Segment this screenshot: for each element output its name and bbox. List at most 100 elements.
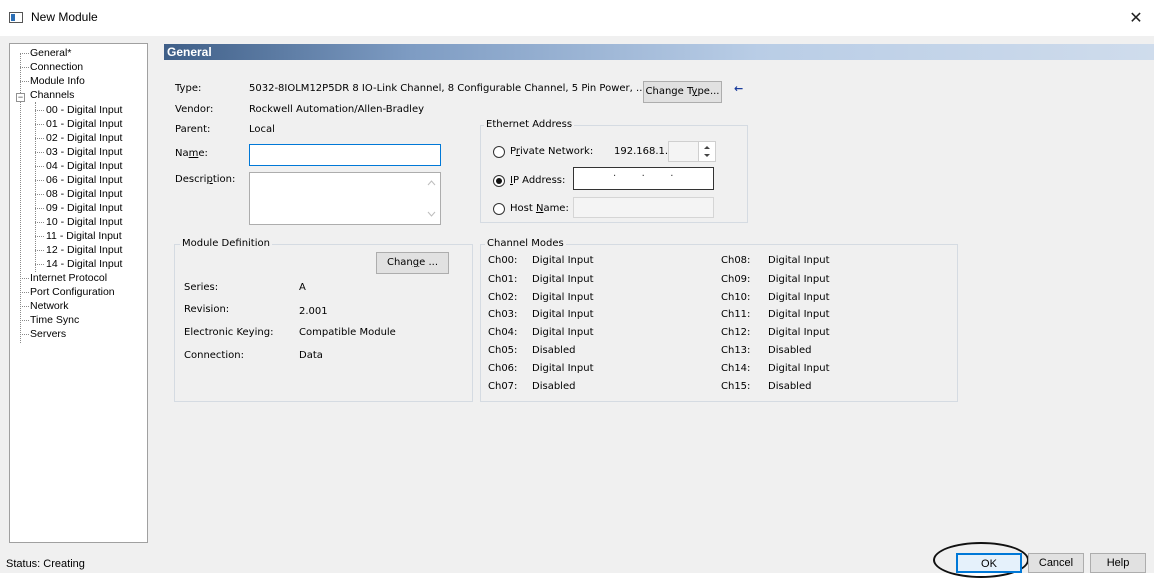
help-button[interactable]: Help (1090, 553, 1146, 573)
channel-mode: Digital Input (768, 363, 830, 374)
channel-modes-title: Channel Modes (485, 238, 566, 249)
tree-item-channels[interactable]: Channels (30, 88, 74, 102)
channel-label: Ch09: (721, 274, 751, 285)
tree-item-channel-00[interactable]: 00 - Digital Input (46, 103, 122, 117)
description-label-end: tion: (212, 174, 236, 185)
tree-item-channel-09[interactable]: 09 - Digital Input (46, 201, 122, 215)
description-label-start: Descri (175, 174, 207, 185)
tree-line (35, 264, 44, 265)
cancel-button[interactable]: Cancel (1028, 553, 1084, 573)
tree-line (35, 180, 44, 181)
revision-value: 2.001 (299, 306, 328, 317)
title-bar: New Module ✕ (0, 0, 1154, 36)
channel-label: Ch00: (488, 255, 518, 266)
tree-line (35, 250, 44, 251)
tree-item-channel-03[interactable]: 03 - Digital Input (46, 145, 122, 159)
tree-line (35, 208, 44, 209)
private-network-prefix: 192.168.1. (614, 146, 669, 157)
channel-mode: Digital Input (768, 255, 830, 266)
channel-label: Ch11: (721, 309, 751, 320)
tree-item-channel-11[interactable]: 11 - Digital Input (46, 229, 122, 243)
private-network-radio[interactable] (493, 146, 505, 158)
channel-mode: Digital Input (768, 274, 830, 285)
parent-value: Local (249, 124, 275, 135)
tree-line (35, 110, 44, 111)
tree-item-port-configuration[interactable]: Port Configuration (30, 285, 115, 299)
close-icon[interactable]: ✕ (1124, 6, 1148, 30)
channel-mode: Digital Input (532, 309, 594, 320)
tree-item-channel-10[interactable]: 10 - Digital Input (46, 215, 122, 229)
octet-spinner[interactable] (698, 142, 715, 161)
channel-label: Ch13: (721, 345, 751, 356)
vendor-value: Rockwell Automation/Allen-Bradley (249, 104, 425, 115)
channel-mode: Digital Input (768, 309, 830, 320)
host-name-label[interactable]: Host Name: (510, 203, 569, 214)
channel-mode: Disabled (768, 381, 812, 392)
window-icon (9, 12, 23, 23)
electronic-keying-value: Compatible Module (299, 327, 396, 338)
channel-label: Ch10: (721, 292, 751, 303)
channel-mode: Disabled (532, 345, 576, 356)
change-definition-label-end: e ... (419, 257, 439, 268)
electronic-keying-label: Electronic Keying: (184, 327, 274, 338)
ok-button[interactable]: OK (956, 553, 1022, 573)
change-type-label: Change T (645, 86, 692, 97)
change-definition-button[interactable]: Change ... (376, 252, 449, 274)
host-name-radio[interactable] (493, 203, 505, 215)
tree-item-channel-02[interactable]: 02 - Digital Input (46, 131, 122, 145)
ethernet-address-title: Ethernet Address (484, 119, 575, 130)
tree-item-module-info[interactable]: Module Info (30, 74, 85, 88)
tree-item-channel-12[interactable]: 12 - Digital Input (46, 243, 122, 257)
tree-item-connection[interactable]: Connection (30, 60, 83, 74)
section-title: General (167, 45, 212, 59)
tree-item-servers[interactable]: Servers (30, 327, 66, 341)
ip-address-separators: · · · (613, 171, 674, 182)
tree-line (35, 166, 44, 167)
spin-arrows-icon (704, 146, 710, 157)
tree-line (35, 138, 44, 139)
tree-line (20, 278, 29, 279)
name-input[interactable] (249, 144, 441, 166)
tree-line (35, 152, 44, 153)
channel-mode: Digital Input (532, 363, 594, 374)
host-name-input[interactable] (573, 197, 714, 218)
dialog-client: − General* Connection Module Info Channe… (0, 36, 1154, 578)
tree-item-internet-protocol[interactable]: Internet Protocol (30, 271, 107, 285)
tree-item-channel-08[interactable]: 08 - Digital Input (46, 187, 122, 201)
description-input[interactable] (249, 172, 441, 225)
ip-address-input[interactable]: · · · (573, 167, 714, 190)
private-network-label[interactable]: Private Network: (510, 146, 593, 157)
channel-label: Ch05: (488, 345, 518, 356)
tree-item-channel-04[interactable]: 04 - Digital Input (46, 159, 122, 173)
channel-label: Ch04: (488, 327, 518, 338)
series-value: A (299, 282, 306, 293)
ip-address-label[interactable]: IP Address: (510, 175, 565, 186)
channel-mode: Digital Input (532, 292, 594, 303)
description-label: Description: (175, 174, 235, 185)
window-title: New Module (31, 10, 98, 24)
parent-label: Parent: (175, 124, 211, 135)
change-type-label-end: pe... (697, 86, 720, 97)
tree-line (35, 194, 44, 195)
collapse-icon[interactable]: − (16, 93, 25, 102)
tree-item-channel-06[interactable]: 06 - Digital Input (46, 173, 122, 187)
tree-item-time-sync[interactable]: Time Sync (30, 313, 79, 327)
arrow-left-icon: ← (734, 82, 744, 95)
category-tree[interactable]: − General* Connection Module Info Channe… (9, 43, 148, 543)
private-network-octet-input[interactable] (668, 141, 716, 162)
name-label-end: e: (198, 148, 208, 159)
tree-item-network[interactable]: Network (30, 299, 69, 313)
channel-modes-group (480, 244, 958, 402)
tree-item-general[interactable]: General* (30, 46, 71, 60)
channel-label: Ch14: (721, 363, 751, 374)
change-type-button[interactable]: Change Type... (643, 81, 722, 103)
description-scrollbar[interactable] (423, 173, 440, 224)
channel-label: Ch06: (488, 363, 518, 374)
tree-line (20, 292, 29, 293)
tree-item-channel-14[interactable]: 14 - Digital Input (46, 257, 122, 271)
connection-label: Connection: (184, 350, 244, 361)
channel-label: Ch01: (488, 274, 518, 285)
tree-item-channel-01[interactable]: 01 - Digital Input (46, 117, 122, 131)
ip-address-radio[interactable] (493, 175, 505, 187)
private-network-label-end: ivate Network: (519, 146, 594, 157)
